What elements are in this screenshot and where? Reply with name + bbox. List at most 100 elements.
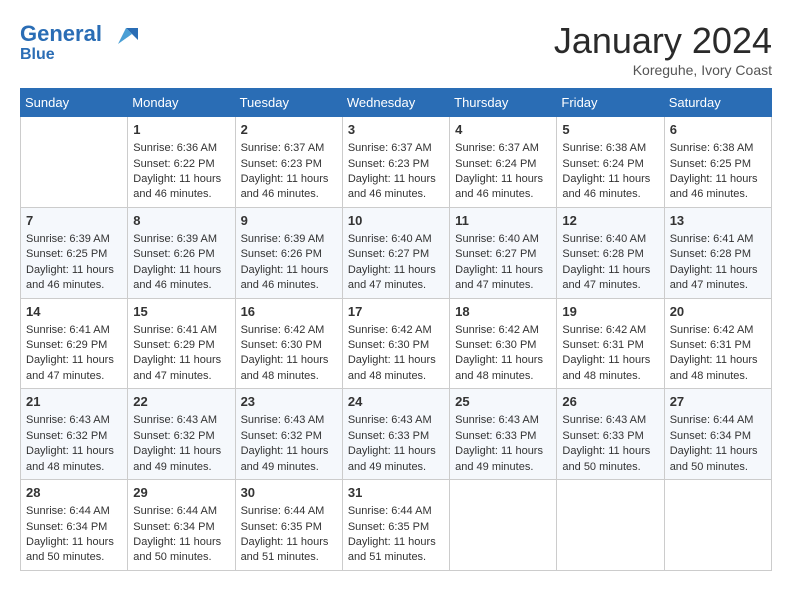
calendar-cell: 10Sunrise: 6:40 AMSunset: 6:27 PMDayligh… <box>342 207 449 298</box>
calendar-cell: 14Sunrise: 6:41 AMSunset: 6:29 PMDayligh… <box>21 298 128 389</box>
day-info-line: and 48 minutes. <box>26 460 122 475</box>
day-info-line: Sunset: 6:25 PM <box>26 247 122 262</box>
day-info-line: Daylight: 11 hours <box>133 172 229 187</box>
calendar-cell: 2Sunrise: 6:37 AMSunset: 6:23 PMDaylight… <box>235 117 342 208</box>
day-info-line: Daylight: 11 hours <box>348 172 444 187</box>
weekday-header: Sunday <box>21 89 128 117</box>
day-info-line: Daylight: 11 hours <box>133 444 229 459</box>
day-info-line: Daylight: 11 hours <box>670 444 766 459</box>
weekday-header: Monday <box>128 89 235 117</box>
day-info-line: Sunset: 6:31 PM <box>670 338 766 353</box>
day-info-line: Daylight: 11 hours <box>26 353 122 368</box>
day-info-line: Daylight: 11 hours <box>455 263 551 278</box>
calendar-week-row: 28Sunrise: 6:44 AMSunset: 6:34 PMDayligh… <box>21 480 772 571</box>
day-info-line: Sunrise: 6:44 AM <box>133 504 229 519</box>
day-number: 17 <box>348 303 444 321</box>
day-info-line: Sunrise: 6:38 AM <box>562 141 658 156</box>
day-info-line: Daylight: 11 hours <box>348 535 444 550</box>
day-info-line: and 50 minutes. <box>133 550 229 565</box>
day-info-line: Daylight: 11 hours <box>455 444 551 459</box>
day-info-line: and 49 minutes. <box>133 460 229 475</box>
calendar-cell: 12 Sunrise: 6:40 AMSunset: 6:28 PMDayligh… <box>557 207 664 298</box>
day-info-line: Daylight: 11 hours <box>670 172 766 187</box>
day-info-line: Daylight: 11 hours <box>348 353 444 368</box>
day-info-line: and 48 minutes. <box>670 369 766 384</box>
day-info-line: and 48 minutes. <box>562 369 658 384</box>
day-info-line: Daylight: 11 hours <box>562 353 658 368</box>
calendar-cell: 19Sunrise: 6:42 AMSunset: 6:31 PMDayligh… <box>557 298 664 389</box>
day-number: 28 <box>26 484 122 502</box>
day-info-line: Daylight: 11 hours <box>241 172 337 187</box>
calendar-week-row: 1Sunrise: 6:36 AMSunset: 6:22 PMDaylight… <box>21 117 772 208</box>
day-info-line: and 46 minutes. <box>455 187 551 202</box>
day-info-line: Sunrise: 6:42 AM <box>670 323 766 338</box>
day-info-line: Sunset: 6:24 PM <box>562 157 658 172</box>
day-info-line: and 46 minutes. <box>133 187 229 202</box>
day-info-line: and 51 minutes. <box>348 550 444 565</box>
page-header: General Blue January 2024 Koreguhe, Ivor… <box>20 20 772 78</box>
day-info-line: Daylight: 11 hours <box>133 263 229 278</box>
day-info-line: Sunset: 6:26 PM <box>133 247 229 262</box>
day-info-line: Sunset: 6:27 PM <box>455 247 551 262</box>
calendar-cell: 20Sunrise: 6:42 AMSunset: 6:31 PMDayligh… <box>664 298 771 389</box>
day-info-line: and 49 minutes. <box>241 460 337 475</box>
day-info-line: and 46 minutes. <box>241 278 337 293</box>
day-info-line: Sunset: 6:24 PM <box>455 157 551 172</box>
day-info-line: Sunrise: 6:41 AM <box>26 323 122 338</box>
day-info-line: Sunrise: 6:42 AM <box>455 323 551 338</box>
day-info-line: Sunrise: 6:39 AM <box>241 232 337 247</box>
day-info-line: Daylight: 11 hours <box>562 263 658 278</box>
calendar-cell: 8Sunrise: 6:39 AMSunset: 6:26 PMDaylight… <box>128 207 235 298</box>
day-info-line: Sunset: 6:34 PM <box>133 520 229 535</box>
day-info-line: and 48 minutes. <box>348 369 444 384</box>
day-info-line: Sunset: 6:29 PM <box>26 338 122 353</box>
day-info-line: Sunrise: 6:43 AM <box>26 413 122 428</box>
day-info-line: Sunrise: 6:43 AM <box>348 413 444 428</box>
weekday-header: Friday <box>557 89 664 117</box>
day-info-line: Sunrise: 6:44 AM <box>348 504 444 519</box>
day-info-line: Sunset: 6:33 PM <box>562 429 658 444</box>
day-number: 29 <box>133 484 229 502</box>
day-number: 27 <box>670 393 766 411</box>
day-number: 19 <box>562 303 658 321</box>
calendar-cell: 28Sunrise: 6:44 AMSunset: 6:34 PMDayligh… <box>21 480 128 571</box>
day-info-line: Daylight: 11 hours <box>348 444 444 459</box>
month-title: January 2024 <box>554 20 772 62</box>
day-info-line: and 46 minutes. <box>348 187 444 202</box>
day-number: 2 <box>241 121 337 139</box>
day-info-line: Sunrise: 6:41 AM <box>133 323 229 338</box>
day-number: 16 <box>241 303 337 321</box>
day-number: 24 <box>348 393 444 411</box>
weekday-header: Wednesday <box>342 89 449 117</box>
calendar-cell: 16Sunrise: 6:42 AMSunset: 6:30 PMDayligh… <box>235 298 342 389</box>
day-info-line: Sunrise: 6:41 AM <box>670 232 766 247</box>
day-number: 10 <box>348 212 444 230</box>
day-info-line: Sunset: 6:35 PM <box>241 520 337 535</box>
day-info-line: Sunrise: 6:43 AM <box>455 413 551 428</box>
day-info-line: Sunset: 6:28 PM <box>562 247 658 262</box>
calendar-cell: 5Sunrise: 6:38 AMSunset: 6:24 PMDaylight… <box>557 117 664 208</box>
calendar-cell: 29Sunrise: 6:44 AMSunset: 6:34 PMDayligh… <box>128 480 235 571</box>
day-info-line: Daylight: 11 hours <box>455 353 551 368</box>
weekday-header: Saturday <box>664 89 771 117</box>
day-number: 20 <box>670 303 766 321</box>
day-number: 12 <box>562 212 658 230</box>
day-info-line: Daylight: 11 hours <box>241 444 337 459</box>
day-info-line: Sunrise: 6:43 AM <box>241 413 337 428</box>
day-info-line: Sunrise: 6:44 AM <box>241 504 337 519</box>
day-info-line: Daylight: 11 hours <box>348 263 444 278</box>
day-info-line: and 46 minutes. <box>670 187 766 202</box>
day-info-line: Sunrise: 6:36 AM <box>133 141 229 156</box>
calendar-week-row: 7Sunrise: 6:39 AMSunset: 6:25 PMDaylight… <box>21 207 772 298</box>
day-info-line: and 48 minutes. <box>241 369 337 384</box>
calendar-cell: 31Sunrise: 6:44 AMSunset: 6:35 PMDayligh… <box>342 480 449 571</box>
day-info-line: Sunrise: 6:37 AM <box>348 141 444 156</box>
day-info-line: Sunrise: 6:40 AM <box>562 232 658 247</box>
day-info-line: and 50 minutes. <box>562 460 658 475</box>
day-info-line: Sunrise: 6:40 AM <box>455 232 551 247</box>
calendar-cell: 25Sunrise: 6:43 AMSunset: 6:33 PMDayligh… <box>450 389 557 480</box>
calendar-cell: 7Sunrise: 6:39 AMSunset: 6:25 PMDaylight… <box>21 207 128 298</box>
day-info-line: Sunset: 6:32 PM <box>26 429 122 444</box>
day-info-line: Sunset: 6:29 PM <box>133 338 229 353</box>
day-info-line: Sunrise: 6:43 AM <box>562 413 658 428</box>
